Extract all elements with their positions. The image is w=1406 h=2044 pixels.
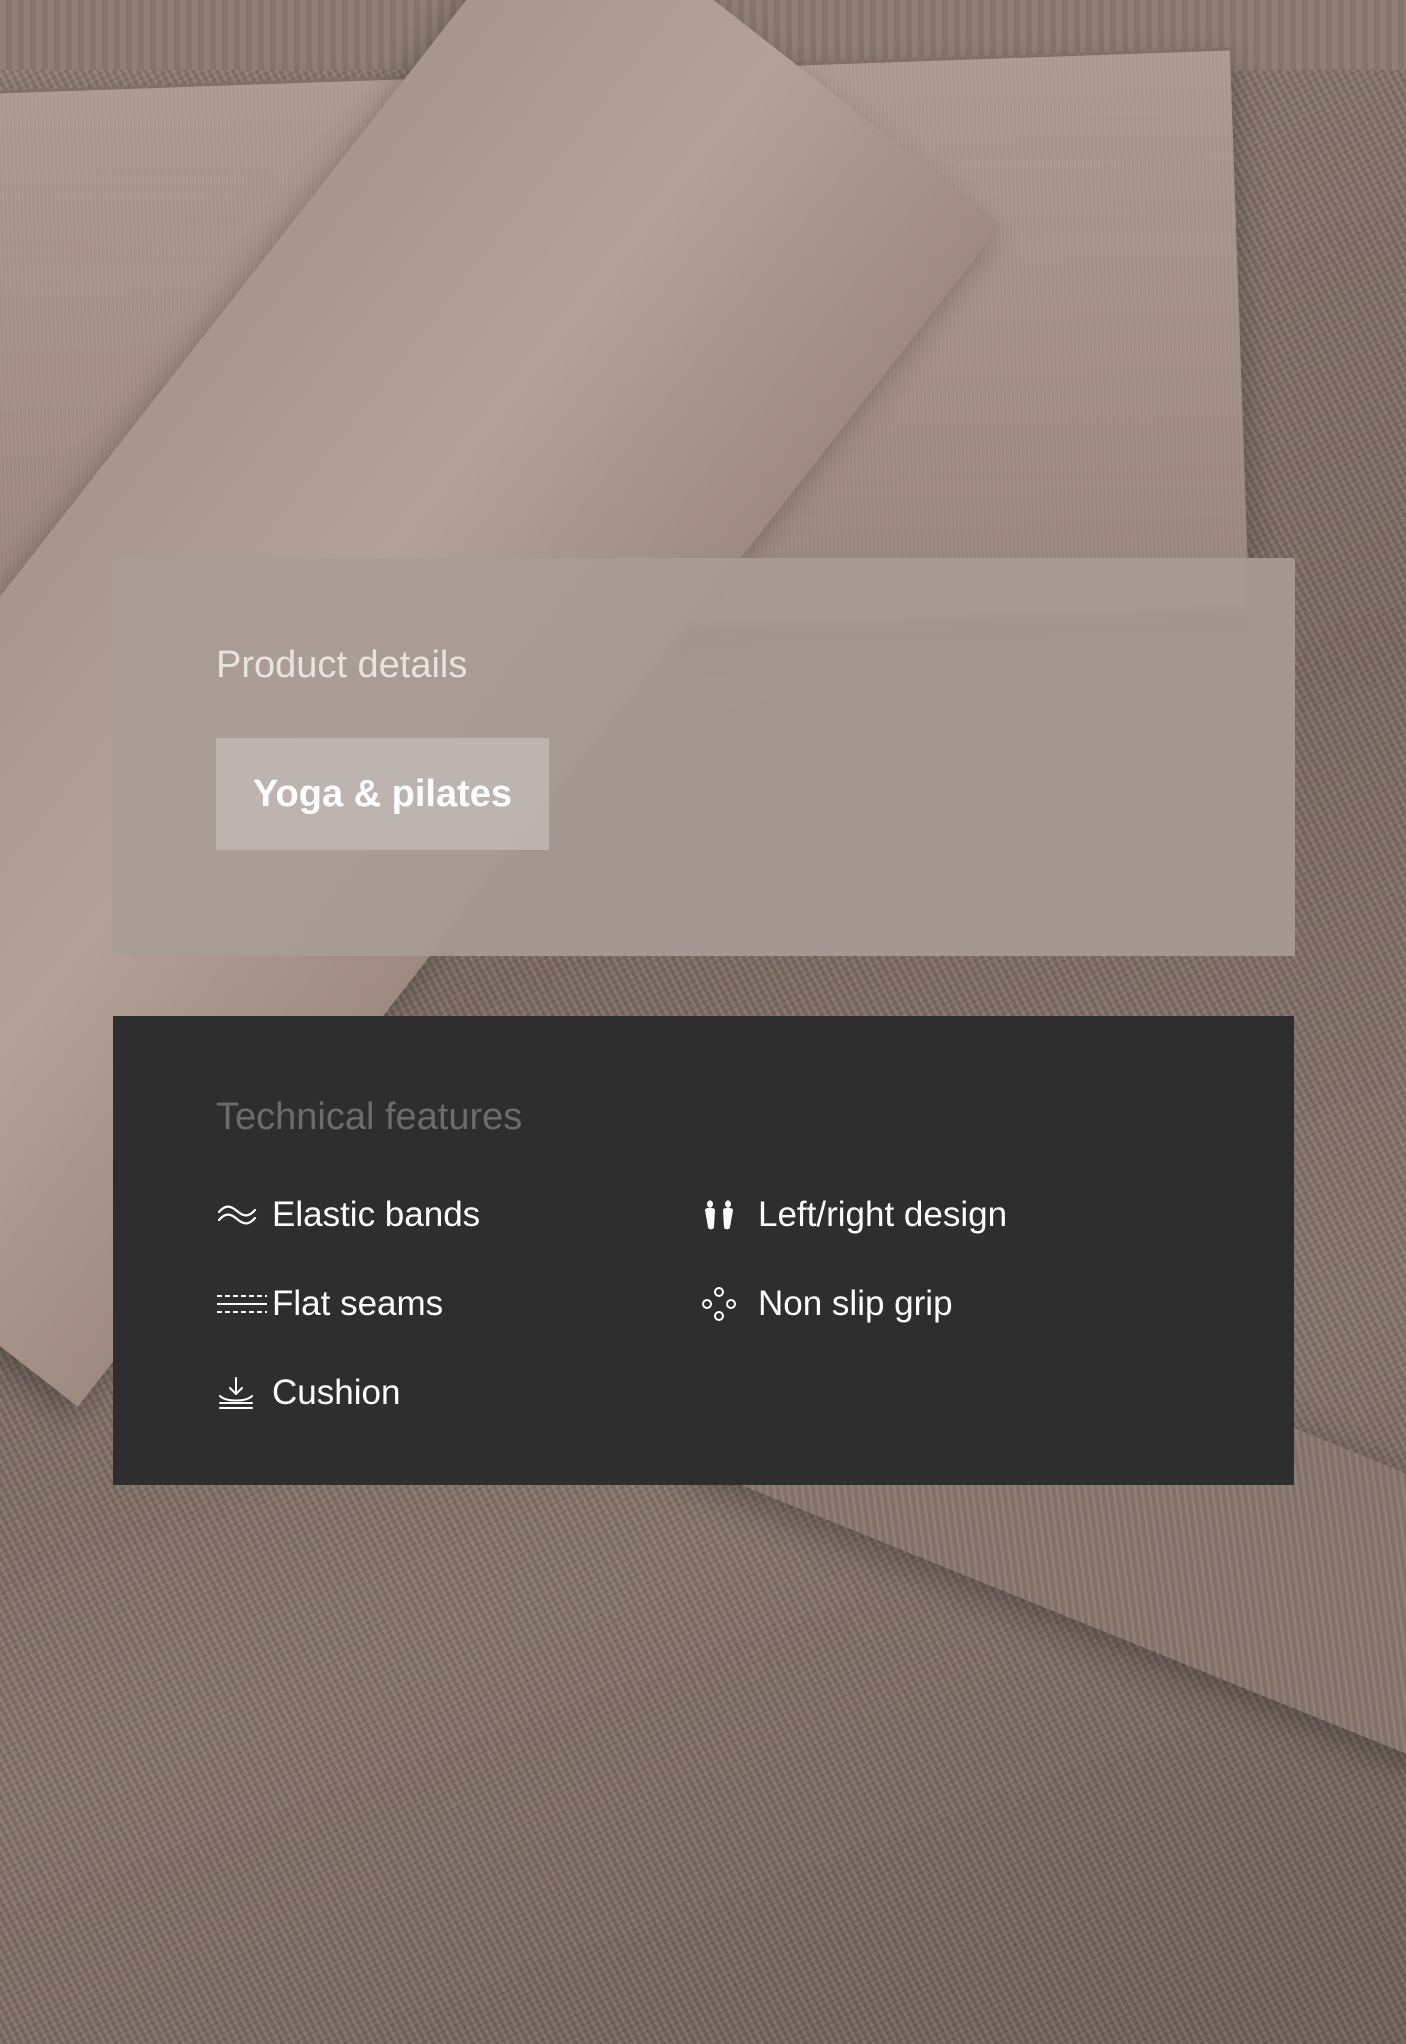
flat-seam-icon	[216, 1284, 272, 1324]
feature-label: Elastic bands	[272, 1195, 481, 1234]
feature-label: Cushion	[272, 1373, 401, 1412]
product-details-title: Product details	[216, 644, 468, 686]
product-details-card: Product details Yoga & pilates	[112, 558, 1295, 956]
grip-dots-icon	[702, 1284, 758, 1324]
feature-cushion: Cushion	[216, 1368, 702, 1418]
feature-left-right-design: Left/right design	[702, 1190, 1162, 1240]
cushion-icon	[216, 1373, 272, 1413]
feature-elastic-bands: Elastic bands	[216, 1190, 702, 1240]
wave-icon	[216, 1195, 272, 1235]
technical-features-title: Technical features	[216, 1096, 523, 1138]
footprints-icon	[702, 1195, 758, 1235]
activity-tag[interactable]: Yoga & pilates	[216, 738, 550, 850]
feature-flat-seams: Flat seams	[216, 1279, 702, 1329]
feature-label: Left/right design	[758, 1195, 1008, 1234]
feature-list: Elastic bands Left/right design Flat sea…	[216, 1190, 1294, 1457]
feature-label: Flat seams	[272, 1284, 444, 1323]
technical-features-card: Technical features Elastic bands Left/ri…	[113, 1016, 1294, 1485]
feature-non-slip-grip: Non slip grip	[702, 1279, 1162, 1329]
feature-label: Non slip grip	[758, 1284, 953, 1323]
